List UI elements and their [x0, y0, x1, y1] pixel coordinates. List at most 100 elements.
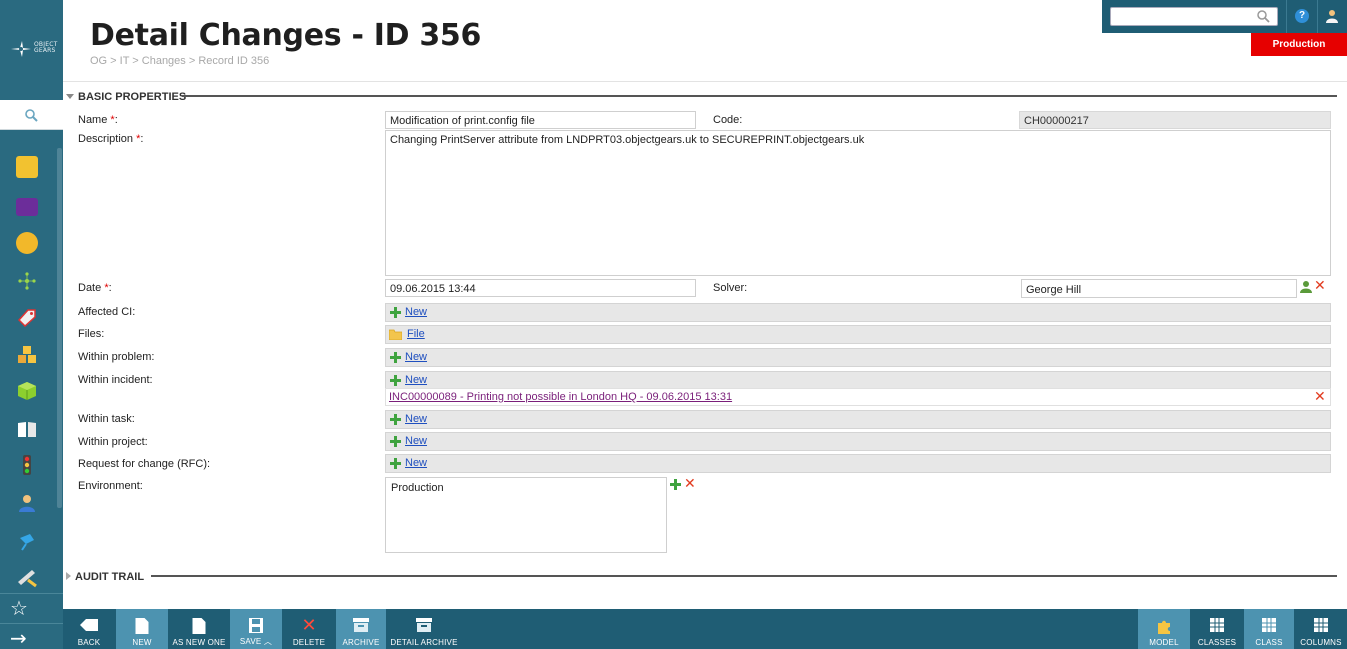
- header-divider: [63, 81, 1347, 82]
- page-title: Detail Changes - ID 356: [90, 18, 482, 53]
- environment-list[interactable]: Production: [385, 477, 667, 553]
- archive-icon: [353, 618, 369, 632]
- add-environment-icon[interactable]: [670, 479, 681, 490]
- date-label: Date *:: [78, 282, 112, 294]
- global-search-input[interactable]: [1110, 7, 1278, 26]
- delete-icon: ✕: [301, 615, 317, 636]
- new-incident-link[interactable]: New: [405, 374, 427, 386]
- add-icon: [390, 375, 401, 386]
- user-icon[interactable]: [1326, 8, 1338, 24]
- section-divider: [182, 95, 1337, 97]
- description-label: Description *:: [78, 133, 144, 145]
- new-rfc-link[interactable]: New: [405, 457, 427, 469]
- incident-row: INC00000089 - Printing not possible in L…: [385, 388, 1331, 406]
- logo[interactable]: OBJECT GEARS: [0, 0, 63, 100]
- archive-button[interactable]: ARCHIVE: [336, 609, 386, 649]
- new-problem-link[interactable]: New: [405, 351, 427, 363]
- section-title: AUDIT TRAIL: [75, 571, 145, 583]
- clear-solver-icon[interactable]: ✕: [1314, 279, 1326, 293]
- back-button[interactable]: BACK: [63, 609, 115, 649]
- class-button[interactable]: CLASS: [1244, 609, 1294, 649]
- chevron-up-icon[interactable]: ︿: [264, 637, 272, 646]
- environment-item[interactable]: Production: [391, 482, 661, 494]
- bottom-toolbar: BACK NEW AS NEW ONE SAVE ︿ ✕ DELETE ARCH…: [63, 609, 1347, 649]
- monitor-icon[interactable]: [16, 198, 38, 216]
- remove-environment-icon[interactable]: ✕: [684, 477, 696, 491]
- sidebar-search-button[interactable]: [0, 100, 63, 130]
- logo-icon: [11, 41, 31, 57]
- new-project-link[interactable]: New: [405, 435, 427, 447]
- tag-icon[interactable]: [16, 306, 38, 328]
- date-field[interactable]: 09.06.2015 13:44: [385, 279, 696, 297]
- within-project-label: Within project:: [78, 436, 148, 448]
- copy-document-icon: [192, 618, 206, 634]
- top-bar: ?: [1102, 0, 1347, 33]
- cube-icon[interactable]: [16, 380, 38, 402]
- columns-icon: [1314, 618, 1328, 632]
- as-new-one-button[interactable]: AS NEW ONE: [169, 609, 229, 649]
- section-divider: [151, 575, 1337, 577]
- within-project-relation: New: [385, 432, 1331, 451]
- favorites-button[interactable]: ☆: [0, 593, 63, 621]
- grid-icon: [1262, 618, 1276, 632]
- help-icon[interactable]: ?: [1295, 9, 1309, 23]
- star-icon: ☆: [10, 596, 28, 620]
- badge-icon[interactable]: [16, 232, 38, 254]
- person-icon[interactable]: [16, 492, 38, 514]
- remove-incident-icon[interactable]: ✕: [1314, 390, 1326, 404]
- divider: [1317, 0, 1318, 33]
- code-label: Code:: [713, 114, 743, 126]
- affected-ci-label: Affected CI:: [78, 306, 136, 318]
- environment-badge: Production: [1251, 33, 1347, 56]
- search-icon[interactable]: [1257, 10, 1270, 23]
- section-title: BASIC PROPERTIES: [78, 91, 187, 103]
- incident-link[interactable]: INC00000089 - Printing not possible in L…: [389, 391, 732, 403]
- sidebar-scrollbar[interactable]: [57, 148, 62, 508]
- classes-button[interactable]: CLASSES: [1191, 609, 1243, 649]
- select-user-icon[interactable]: [1300, 280, 1312, 293]
- breadcrumb[interactable]: OG > IT > Changes > Record ID 356: [90, 55, 269, 67]
- grid-icon: [1210, 618, 1224, 632]
- pin-icon[interactable]: [16, 530, 38, 552]
- save-button[interactable]: SAVE ︿: [230, 609, 282, 649]
- solver-label: Solver:: [713, 282, 748, 294]
- boxes-icon[interactable]: [16, 344, 38, 366]
- within-problem-label: Within problem:: [78, 351, 155, 363]
- add-icon: [390, 414, 401, 425]
- solver-field[interactable]: George Hill: [1021, 279, 1297, 298]
- within-task-relation: New: [385, 410, 1331, 429]
- file-link[interactable]: File: [407, 328, 425, 340]
- new-document-icon: [135, 618, 149, 634]
- tools-icon[interactable]: [16, 566, 38, 588]
- folder-icon[interactable]: [16, 156, 38, 178]
- save-icon: [249, 618, 263, 633]
- new-button[interactable]: NEW: [116, 609, 168, 649]
- delete-button[interactable]: ✕ DELETE: [283, 609, 335, 649]
- model-button[interactable]: MODEL: [1138, 609, 1190, 649]
- expand-sidebar-button[interactable]: →: [0, 623, 63, 649]
- network-icon[interactable]: [16, 270, 38, 292]
- new-task-link[interactable]: New: [405, 413, 427, 425]
- expand-icon: [66, 572, 71, 580]
- new-affected-ci-link[interactable]: New: [405, 306, 427, 318]
- columns-button[interactable]: COLUMNS: [1295, 609, 1347, 649]
- add-icon: [390, 458, 401, 469]
- name-field[interactable]: Modification of print.config file: [385, 111, 696, 129]
- section-audit-trail[interactable]: AUDIT TRAIL: [66, 571, 144, 583]
- traffic-light-icon[interactable]: [16, 454, 38, 476]
- within-task-label: Within task:: [78, 413, 135, 425]
- arrow-right-icon: →: [10, 626, 27, 649]
- book-icon[interactable]: [16, 418, 38, 440]
- search-icon: [25, 109, 38, 122]
- divider: [1286, 0, 1287, 33]
- rfc-relation: New: [385, 454, 1331, 473]
- description-field[interactable]: Changing PrintServer attribute from LNDP…: [385, 130, 1331, 276]
- name-label: Name *:: [78, 114, 118, 126]
- sidebar: OBJECT GEARS ☆ →: [0, 0, 63, 649]
- add-icon: [390, 307, 401, 318]
- back-icon: [80, 619, 98, 631]
- detail-archive-button[interactable]: DETAIL ARCHIVE: [387, 609, 461, 649]
- section-basic-properties[interactable]: BASIC PROPERTIES: [66, 91, 186, 103]
- within-incident-label: Within incident:: [78, 374, 153, 386]
- add-icon: [390, 352, 401, 363]
